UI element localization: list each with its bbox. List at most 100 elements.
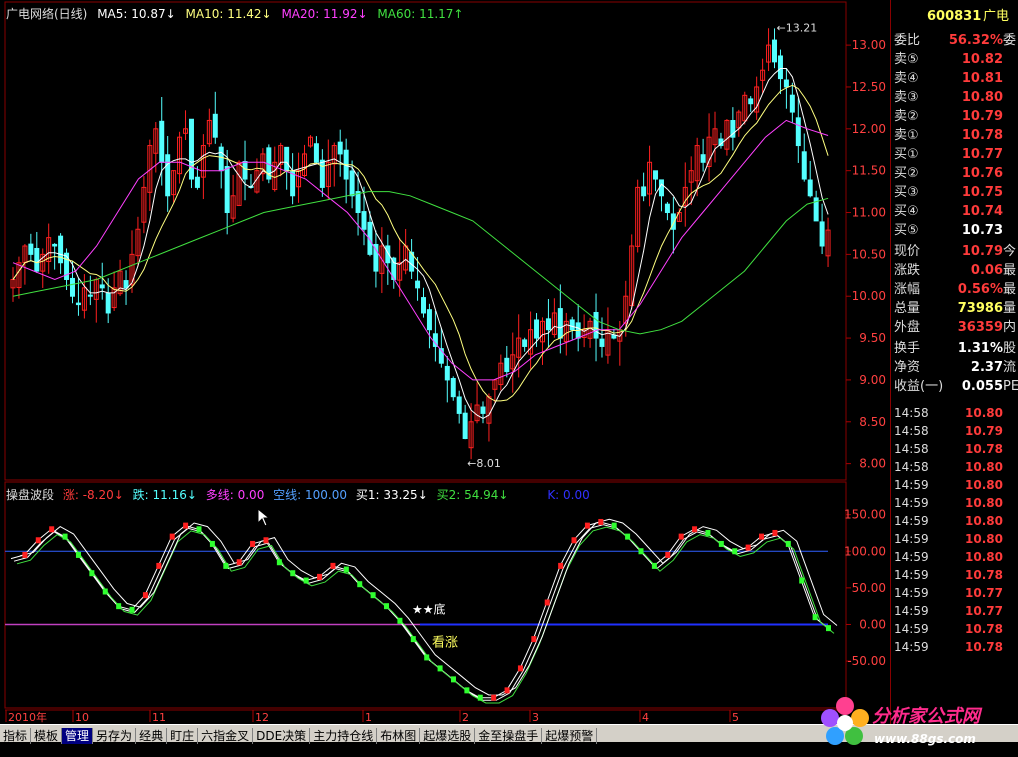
candle-body — [52, 243, 58, 247]
wave-bar — [799, 577, 805, 584]
quote-value: 10.79 — [961, 244, 1003, 259]
wave-bar — [638, 548, 644, 555]
wave-bar — [450, 676, 456, 683]
y-tick-label: 12.00 — [852, 122, 886, 136]
candle-body — [188, 118, 194, 180]
quote-row: 卖① 10.78 — [891, 127, 1018, 145]
quote-extra: 委 — [1003, 33, 1017, 48]
k-label: K: 0.00 — [547, 488, 590, 502]
x-tick-label: 12 — [255, 711, 269, 724]
candle-body — [218, 146, 224, 172]
quote-value: 10.79 — [961, 109, 1003, 124]
ma10-line — [12, 84, 829, 402]
candle-body — [159, 120, 165, 163]
tick-price: 10.80 — [965, 550, 1003, 564]
wave-bar — [571, 537, 577, 544]
quote-value: 36359 — [957, 320, 1003, 335]
short-label: 空线: 100.00 — [273, 488, 348, 502]
candle-body — [313, 143, 319, 163]
tick-row: 14:59 10.80 — [891, 512, 1018, 530]
candle-body — [28, 243, 34, 255]
stock-code: 600831 — [927, 9, 982, 24]
quote-value: 0.06 — [970, 263, 1003, 278]
quote-row: 涨跌 0.06 最 — [891, 262, 1018, 280]
candle-body — [290, 171, 296, 197]
candle-body — [284, 146, 290, 172]
tab-1[interactable]: 模板 — [31, 728, 63, 744]
tick-row: 14:58 10.80 — [891, 458, 1018, 476]
wave-bar — [785, 540, 791, 547]
logo-url: www.88gs.com — [874, 732, 976, 746]
wave-bar — [558, 562, 564, 569]
candle-body — [772, 39, 778, 63]
wave-bar — [745, 544, 751, 551]
tab-0[interactable]: 指标 — [0, 728, 32, 744]
tab-10[interactable]: 起爆选股 — [420, 728, 476, 744]
wave-bar — [330, 562, 336, 569]
x-tick-label: 1 — [365, 711, 372, 724]
x-tick-label: 11 — [152, 711, 166, 724]
tick-time: 14:59 — [894, 478, 929, 492]
tab-9[interactable]: 布林图 — [377, 728, 421, 744]
quote-value: 1.31% — [957, 341, 1003, 356]
indicator-header: 操盘波段 涨: -8.20↓ 跌: 11.16↓ 多线: 0.00 空线: 10… — [6, 486, 595, 503]
candle-body — [599, 338, 605, 347]
tab-6[interactable]: 六指金叉 — [198, 728, 254, 744]
tab-11[interactable]: 金至操盘手 — [475, 728, 543, 744]
ma5-line — [12, 68, 829, 419]
tab-5[interactable]: 盯庄 — [167, 728, 199, 744]
x-tick-label: 2 — [462, 711, 469, 724]
candle-body — [224, 166, 230, 214]
quote-label: 卖③ — [894, 90, 919, 105]
wave-bar — [89, 570, 95, 577]
wave-bar — [812, 614, 818, 621]
tab-3[interactable]: 另存为 — [93, 728, 137, 744]
tab-2[interactable]: 管理 — [62, 728, 94, 744]
quote-label: 买③ — [894, 185, 919, 200]
x-tick-label: 10 — [75, 711, 89, 724]
candle-body — [450, 377, 456, 398]
tick-time: 14:59 — [894, 514, 929, 528]
candle-body — [653, 170, 659, 180]
long-label: 多线: 0.00 — [205, 488, 265, 502]
tab-4[interactable]: 经典 — [136, 728, 168, 744]
candle-body — [444, 365, 450, 381]
candle-body — [557, 308, 563, 339]
tick-time: 14:59 — [894, 550, 929, 564]
candle-body — [165, 154, 171, 197]
y-tick-label: 8.50 — [859, 415, 886, 429]
tab-12[interactable]: 起爆预警 — [542, 728, 598, 744]
wave-bar — [732, 548, 738, 555]
quote-row: 收益(一) 0.055 PE — [891, 378, 1018, 396]
tick-row: 14:58 10.79 — [891, 422, 1018, 440]
wave-bar — [397, 617, 403, 624]
tick-price: 10.80 — [965, 496, 1003, 510]
wave-bar — [826, 625, 831, 632]
wave-bar — [759, 533, 765, 540]
wave-bar — [276, 559, 282, 566]
quote-extra: 股 — [1003, 341, 1017, 356]
tick-price: 10.80 — [965, 406, 1003, 420]
wave-bar — [75, 551, 81, 558]
candle-body — [783, 79, 789, 88]
tick-time: 14:59 — [894, 586, 929, 600]
ind-y-tick-label: 100.00 — [844, 544, 886, 558]
quote-extra: 流 — [1003, 360, 1017, 375]
tab-7[interactable]: DDE决策 — [253, 728, 311, 744]
tab-8[interactable]: 主力持仓线 — [310, 728, 378, 744]
wave-bar — [772, 529, 778, 536]
wave-bar — [384, 603, 390, 610]
wave-bar — [102, 588, 108, 595]
quote-row: 卖④ 10.81 — [891, 70, 1018, 88]
candle-body — [658, 179, 664, 197]
logo-flower-icon — [821, 697, 869, 745]
candle-body — [819, 221, 825, 247]
candle-body — [361, 211, 367, 230]
low-price-label: ←8.01 — [467, 457, 501, 470]
ind-y-tick-label: 50.00 — [852, 581, 886, 595]
y-tick-label: 9.50 — [859, 331, 886, 345]
candle-body — [504, 357, 510, 373]
ma5-label: MA5: 10.87↓ — [97, 7, 176, 21]
quote-label: 外盘 — [894, 320, 921, 335]
quote-value: 0.055 — [961, 379, 1003, 394]
